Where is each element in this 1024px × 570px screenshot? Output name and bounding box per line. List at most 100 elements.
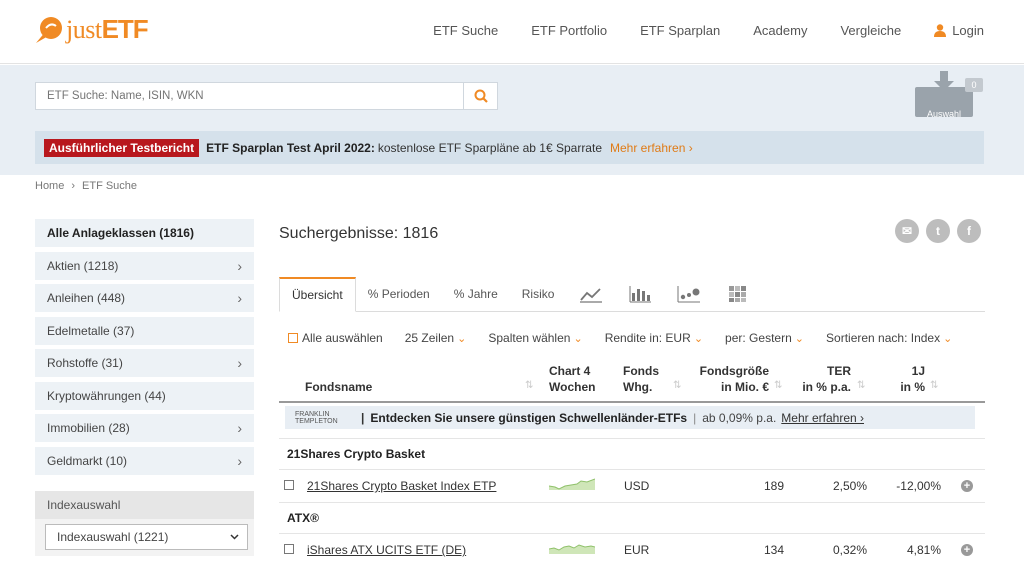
fund-currency: EUR xyxy=(624,543,650,557)
fund-name-link[interactable]: iShares ATX UCITS ETF (DE) xyxy=(307,543,466,557)
breadcrumb-current: ETF Suche xyxy=(82,180,138,192)
col-chart: Chart 4 Wochen xyxy=(549,363,595,395)
fund-size: 134 xyxy=(763,543,784,557)
banner-separator: | xyxy=(361,410,365,425)
sidebar-item-krypto[interactable]: Kryptowährungen (44) xyxy=(35,381,254,410)
tab-uebersicht[interactable]: Übersicht xyxy=(279,277,356,312)
col-1j-label-2: in % xyxy=(900,380,925,394)
col-currency-label-2: Whg. xyxy=(623,380,653,394)
index-heading: Indexauswahl xyxy=(35,490,254,519)
sidebar-item-geldmarkt[interactable]: Geldmarkt (10) › xyxy=(35,446,254,475)
chevron-right-icon: › xyxy=(237,290,242,306)
col-size-label-1: Fondsgröße xyxy=(699,364,769,378)
sidebar-item-alle[interactable]: Alle Anlageklassen (1816) xyxy=(35,219,254,247)
group-header: 21Shares Crypto Basket xyxy=(279,438,985,468)
fund-ter: 0,32% xyxy=(832,543,867,557)
chevron-right-icon: › xyxy=(237,420,242,436)
promo-link[interactable]: Mehr erfahren › xyxy=(610,141,693,155)
fund-currency: USD xyxy=(624,479,650,493)
sidebar-item-label: Rohstoffe (31) xyxy=(47,356,123,370)
asset-class-sidebar: Alle Anlageklassen (1816) Aktien (1218) … xyxy=(35,219,254,556)
col-fondsname-label: Fondsname xyxy=(305,380,373,394)
row-checkbox[interactable] xyxy=(284,544,294,554)
search-button[interactable] xyxy=(463,83,497,109)
user-icon xyxy=(934,24,947,37)
nav-etf-portfolio[interactable]: ETF Portfolio xyxy=(531,23,607,38)
auswahl-button[interactable]: Auswahl 0 xyxy=(915,71,983,121)
tab-scatter[interactable] xyxy=(664,276,714,311)
sort-icon[interactable]: ⇅ xyxy=(525,380,533,391)
columns-dropdown[interactable]: Spalten wählen xyxy=(488,331,582,345)
ad-banner: FRANKLIN TEMPLETON | Entdecken Sie unser… xyxy=(285,406,975,429)
currency-dropdown[interactable]: Rendite in: EUR xyxy=(605,331,703,345)
rows-dropdown[interactable]: 25 Zeilen xyxy=(405,331,467,345)
fund-name-link[interactable]: 21Shares Crypto Basket Index ETP xyxy=(307,479,496,493)
breadcrumb-home[interactable]: Home xyxy=(35,180,64,192)
chevron-right-icon: › xyxy=(237,355,242,371)
bar-chart-icon xyxy=(629,285,652,302)
col-1j[interactable]: 1J in % xyxy=(889,363,925,395)
logo[interactable]: justETF xyxy=(34,14,149,45)
col-ter[interactable]: TER in % p.a. xyxy=(789,363,851,395)
sidebar-item-immobilien[interactable]: Immobilien (28) › xyxy=(35,414,254,442)
promo-badge[interactable]: Ausführlicher Testbericht xyxy=(44,138,200,157)
sidebar-item-anleihen[interactable]: Anleihen (448) › xyxy=(35,284,254,312)
select-all[interactable]: Alle auswählen xyxy=(288,331,383,345)
col-fondsname[interactable]: Fondsname xyxy=(305,379,372,395)
sort-icon[interactable]: ⇅ xyxy=(673,380,681,391)
select-all-checkbox[interactable] xyxy=(288,333,298,343)
row-checkbox[interactable] xyxy=(284,480,294,490)
table-toolbar: Alle auswählen 25 Zeilen Spalten wählen … xyxy=(288,331,952,345)
nav-academy[interactable]: Academy xyxy=(753,23,807,38)
index-select[interactable]: Indexauswahl (1221) xyxy=(45,523,248,550)
col-currency-label-1: Fonds xyxy=(623,364,659,378)
login-label: Login xyxy=(952,23,984,38)
sparkline-chart xyxy=(549,478,595,490)
sort-dropdown[interactable]: Sortieren nach: Index xyxy=(826,331,952,345)
tab-line-chart[interactable] xyxy=(566,276,616,311)
sidebar-item-label: Immobilien (28) xyxy=(47,421,130,435)
login-link[interactable]: Login xyxy=(934,23,984,38)
search-band: Auswahl 0 Ausführlicher Testbericht ETF … xyxy=(0,65,1024,175)
twitter-icon[interactable]: t xyxy=(926,219,950,243)
fund-ter: 2,50% xyxy=(832,479,867,493)
view-tabs: Übersicht % Perioden % Jahre Risiko xyxy=(279,277,985,312)
facebook-icon[interactable]: f xyxy=(957,219,981,243)
col-ter-label-2: in % p.a. xyxy=(802,380,851,394)
sort-icon[interactable]: ⇅ xyxy=(930,380,938,391)
group-header: ATX® xyxy=(279,502,985,532)
sparkline-chart xyxy=(549,544,595,554)
col-size[interactable]: Fondsgröße in Mio. € xyxy=(699,363,769,395)
auswahl-count: 0 xyxy=(965,78,983,92)
sidebar-item-label: Alle Anlageklassen (1816) xyxy=(47,226,194,240)
tab-perioden[interactable]: % Perioden xyxy=(356,276,442,311)
ft-logo-line-2: TEMPLETON xyxy=(295,417,338,425)
sort-icon[interactable]: ⇅ xyxy=(857,380,865,391)
franklin-templeton-logo: FRANKLIN TEMPLETON xyxy=(295,411,347,425)
sort-icon[interactable]: ⇅ xyxy=(774,380,782,391)
promo-text: kostenlose ETF Sparpläne ab 1€ Sparrate xyxy=(377,140,602,155)
nav-vergleiche[interactable]: Vergleiche xyxy=(840,23,901,38)
tab-jahre[interactable]: % Jahre xyxy=(442,276,510,311)
auswahl-label: Auswahl xyxy=(926,109,962,119)
share-icons: ✉ t f xyxy=(895,219,981,243)
search-input[interactable] xyxy=(36,83,463,109)
col-size-label-2: in Mio. € xyxy=(721,380,769,394)
sidebar-item-rohstoffe[interactable]: Rohstoffe (31) › xyxy=(35,349,254,377)
tab-bar-chart[interactable] xyxy=(616,276,664,311)
col-currency[interactable]: Fonds Whg. xyxy=(623,363,659,395)
date-dropdown[interactable]: per: Gestern xyxy=(725,331,804,345)
banner-link[interactable]: Mehr erfahren › xyxy=(781,411,864,425)
sidebar-item-label: Anleihen (448) xyxy=(47,291,126,305)
sidebar-item-aktien[interactable]: Aktien (1218) › xyxy=(35,251,254,280)
tab-heatmap[interactable] xyxy=(714,276,762,311)
add-to-selection-icon[interactable]: + xyxy=(961,544,973,556)
nav-etf-sparplan[interactable]: ETF Sparplan xyxy=(640,23,720,38)
sidebar-item-label: Kryptowährungen (44) xyxy=(47,388,166,403)
nav-etf-suche[interactable]: ETF Suche xyxy=(433,23,498,38)
tab-risiko[interactable]: Risiko xyxy=(510,276,567,311)
sidebar-item-edelmetalle[interactable]: Edelmetalle (37) xyxy=(35,316,254,345)
add-to-selection-icon[interactable]: + xyxy=(961,480,973,492)
index-panel: Indexauswahl (1221) xyxy=(35,518,254,556)
email-icon[interactable]: ✉ xyxy=(895,219,919,243)
